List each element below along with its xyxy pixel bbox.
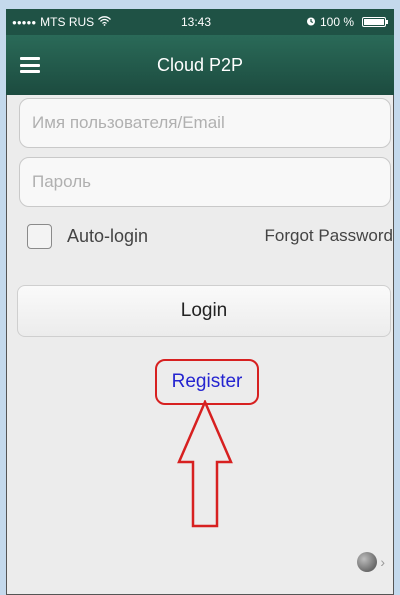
- auto-login-label[interactable]: Auto-login: [67, 226, 148, 247]
- battery-percent: 100 %: [319, 15, 354, 29]
- password-input[interactable]: [19, 157, 391, 207]
- status-left: ●●●●● MTS RUS: [12, 15, 112, 29]
- username-email-input[interactable]: [19, 98, 391, 148]
- app-screen: ●●●●● MTS RUS 13:43 100 % Cloud P2P Au: [6, 9, 394, 595]
- battery-fill: [364, 19, 384, 25]
- login-panel: Auto-login Forgot Password Login Registe…: [6, 95, 394, 595]
- status-bar: ●●●●● MTS RUS 13:43 100 %: [6, 9, 394, 35]
- login-button[interactable]: Login: [17, 285, 391, 337]
- auto-login-row: Auto-login Forgot Password: [27, 222, 393, 252]
- language-button[interactable]: ›: [357, 552, 385, 572]
- alarm-icon: [306, 15, 316, 29]
- auto-login-checkbox[interactable]: [27, 224, 52, 249]
- wifi-icon: [98, 15, 112, 29]
- register-link[interactable]: Register: [155, 359, 259, 405]
- globe-icon: [357, 552, 378, 572]
- annotation-arrow-icon: [177, 400, 233, 528]
- chevron-right-icon: ›: [380, 554, 385, 570]
- signal-strength-icon: ●●●●●: [12, 17, 37, 27]
- register-link-label: Register: [171, 371, 243, 392]
- status-time: 13:43: [181, 15, 212, 29]
- page-title: Cloud P2P: [156, 55, 244, 75]
- status-right: 100 %: [306, 15, 388, 29]
- battery-icon: [362, 17, 388, 27]
- forgot-password-link[interactable]: Forgot Password: [265, 226, 394, 246]
- carrier-name: MTS RUS: [40, 15, 95, 29]
- navigation-bar: Cloud P2P: [6, 35, 394, 95]
